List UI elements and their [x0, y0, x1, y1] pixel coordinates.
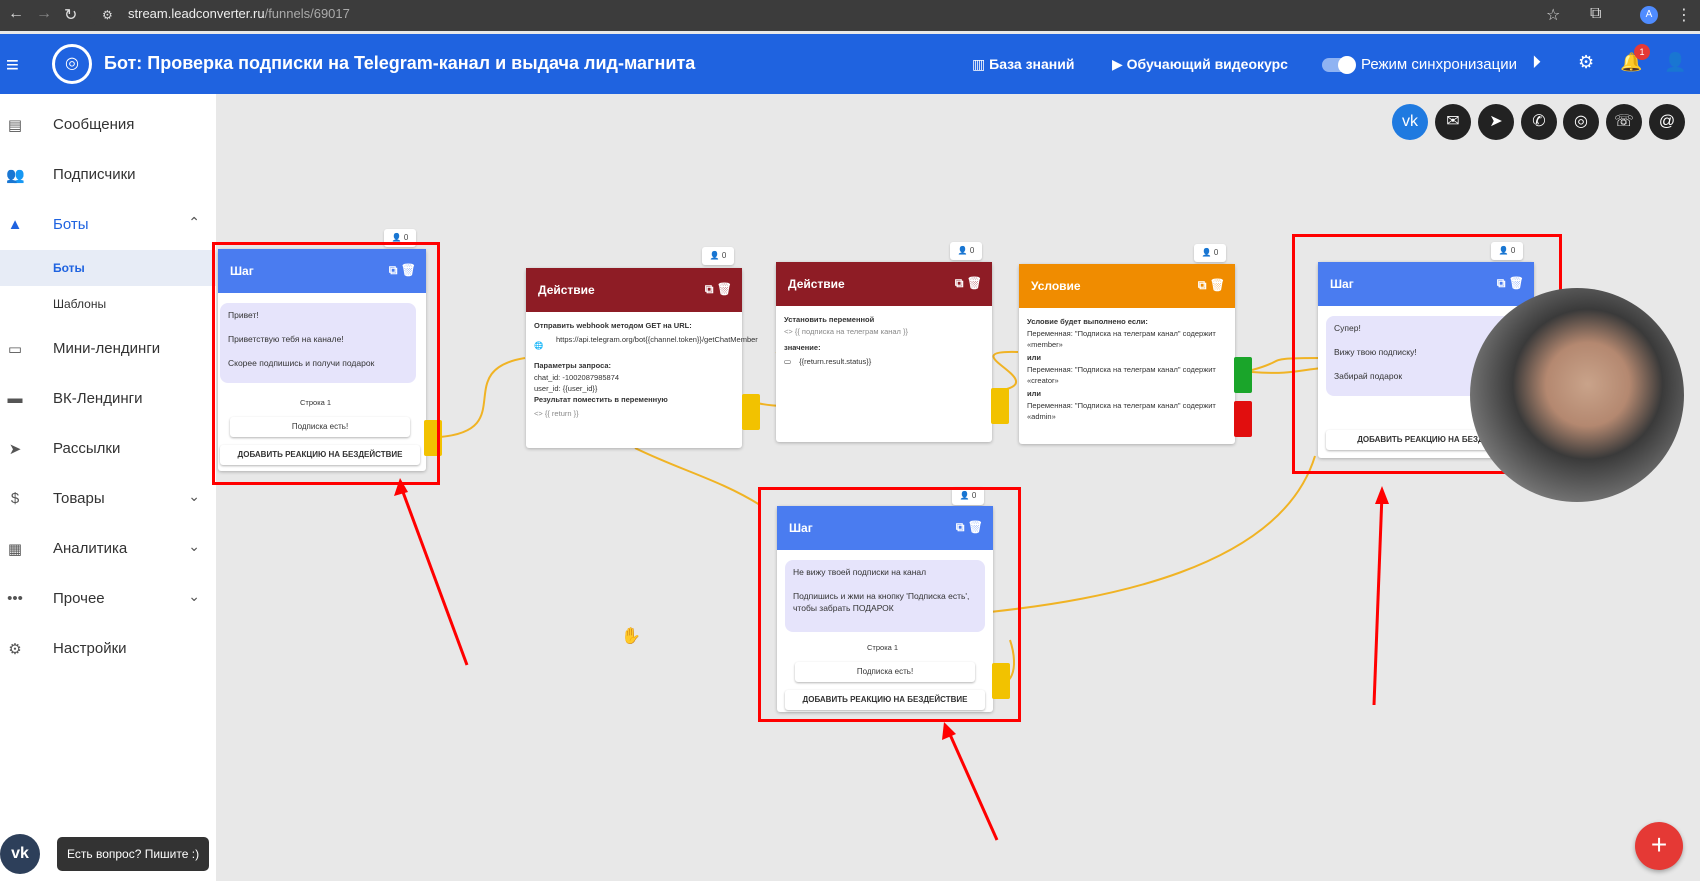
condition-rule: Переменная: "Подписка на телеграм канал"… — [1027, 329, 1216, 349]
annotation-arrowhead — [942, 722, 956, 740]
messenger-icon[interactable]: ✉ — [1435, 104, 1471, 140]
annotation-arrow — [946, 729, 999, 841]
result-title: Результат поместить в переменную — [534, 395, 668, 404]
annotation-arrow — [1372, 493, 1384, 706]
webcam-overlay — [1470, 288, 1684, 502]
params-title: Параметры запроса: — [534, 361, 612, 370]
highlight-box — [758, 487, 1021, 722]
viber-icon[interactable]: ✆ — [1521, 104, 1557, 140]
action-node-webhook[interactable]: Действие ⧉ 🗑 Отправить webhook методом GE… — [526, 268, 758, 448]
param-user-id: user_id: {{user_id}} — [534, 384, 598, 393]
annotation-arrowhead — [1375, 486, 1389, 504]
globe-icon: 🌐 — [534, 341, 544, 350]
connector-line — [439, 357, 526, 438]
copy-icon[interactable]: ⧉ — [1198, 278, 1207, 292]
or-label: или — [1027, 353, 1041, 362]
node-header: Условие ⧉ 🗑 — [1019, 264, 1235, 308]
or-label: или — [1027, 389, 1041, 398]
action-description: Отправить webhook методом GET на URL: — [534, 321, 692, 330]
condition-rule: Переменная: "Подписка на телеграм канал"… — [1027, 365, 1216, 385]
true-output-port[interactable] — [1234, 357, 1252, 393]
highlight-box — [212, 242, 440, 485]
annotation-arrow — [398, 483, 469, 666]
connector-line — [992, 350, 1019, 391]
node-subscriber-count: 👤 0 — [950, 242, 982, 260]
connector-line — [989, 455, 1316, 613]
condition-rule: Переменная: "Подписка на телеграм канал"… — [1027, 401, 1216, 421]
email-icon[interactable]: @ — [1649, 104, 1685, 140]
node-subscriber-count: 👤 0 — [702, 247, 734, 265]
add-node-button[interactable]: + — [1635, 822, 1683, 870]
param-chat-id: chat_id: -1002087985874 — [534, 373, 620, 382]
telegram-icon[interactable]: ➤ — [1478, 104, 1514, 140]
connector-line — [634, 447, 761, 506]
copy-icon[interactable]: ⧉ — [955, 276, 964, 290]
node-header: Действие ⧉ 🗑 — [526, 268, 742, 312]
action-description: Установить переменной — [784, 315, 875, 324]
false-output-port[interactable] — [1234, 401, 1252, 437]
trash-icon[interactable]: 🗑 — [717, 282, 732, 296]
hand-cursor-icon: ✋ — [621, 628, 641, 645]
vk-chat-icon[interactable]: vk — [0, 834, 40, 874]
whatsapp-icon[interactable]: ☏ — [1606, 104, 1642, 140]
webhook-url: https://api.telegram.org/bot{{channel.to… — [556, 335, 758, 344]
vk-icon[interactable]: vk — [1392, 104, 1428, 140]
value-icon: ▭ {{return.result.status}} — [784, 357, 872, 366]
trash-icon[interactable]: 🗑 — [967, 276, 982, 290]
copy-icon[interactable]: ⧉ — [705, 282, 714, 296]
condition-node[interactable]: Условие ⧉ 🗑 Условие будет выполнено если:… — [1019, 264, 1235, 444]
instagram-icon[interactable]: ◎ — [1563, 104, 1599, 140]
chat-tooltip[interactable]: Есть вопрос? Пишите :) — [57, 837, 210, 871]
value-title: значение: — [784, 343, 821, 352]
node-header: Действие ⧉ 🗑 — [776, 262, 992, 306]
node-subscriber-count: 👤 0 — [1194, 244, 1226, 262]
code-icon: <> {{ return }} — [534, 409, 579, 418]
code-icon: <> {{ подписка на телеграм канал }} — [784, 327, 909, 336]
output-port[interactable] — [742, 394, 760, 430]
condition-description: Условие будет выполнено если: — [1027, 317, 1148, 326]
trash-icon[interactable]: 🗑 — [1210, 278, 1225, 292]
output-port[interactable] — [991, 388, 1009, 424]
action-node-set-variable[interactable]: Действие ⧉ 🗑 Установить переменной <> {{ … — [776, 262, 992, 442]
